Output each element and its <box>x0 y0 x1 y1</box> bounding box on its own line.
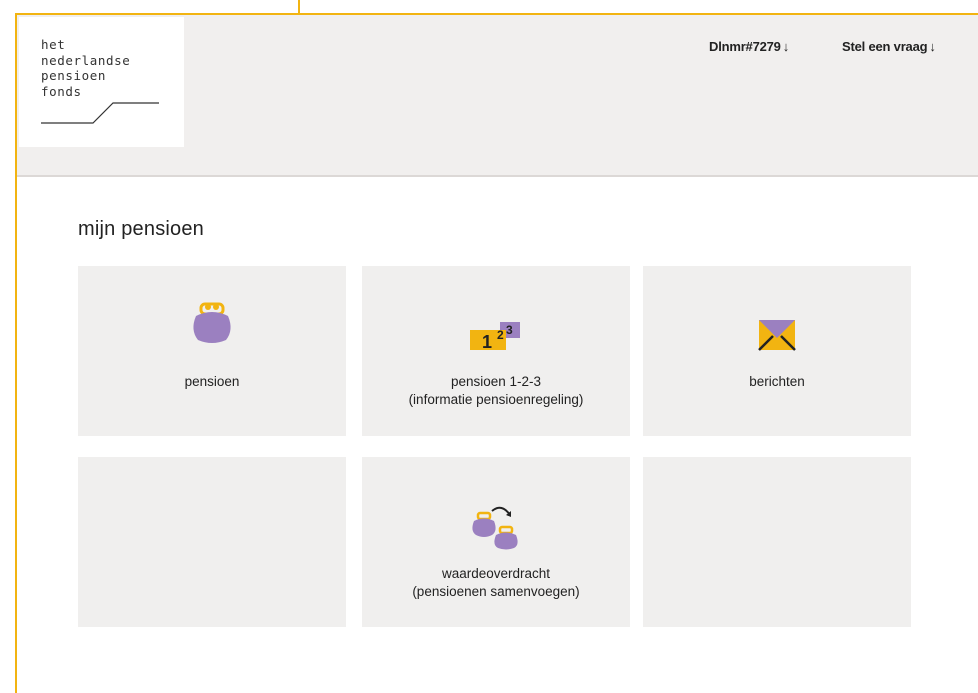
logo-text: het nederlandse pensioen fonds <box>41 37 130 99</box>
arrow-down-icon: ↓ <box>929 39 936 54</box>
tile-label: pensioen <box>184 374 240 389</box>
logo-line-1: het <box>41 37 66 52</box>
tile-berichten[interactable]: berichten <box>643 266 911 436</box>
tile-empty-1 <box>78 457 346 627</box>
user-number-label: Dlnmr#7279 <box>709 39 781 54</box>
tile-label: berichten <box>749 374 805 389</box>
tile-pensioen-123[interactable]: 1 2 3 pensioen 1-2-3 (informatie pensioe… <box>362 266 630 436</box>
numbers-123-icon: 1 2 3 <box>362 318 630 354</box>
logo-swoosh-icon <box>41 102 159 124</box>
tile-empty-2 <box>643 457 911 627</box>
tile-sublabel: (informatie pensioenregeling) <box>408 392 584 407</box>
number-two-text: 2 <box>497 328 504 342</box>
arrow-down-icon: ↓ <box>782 39 790 54</box>
logo-line-3: pensioen <box>41 68 107 83</box>
header: het nederlandse pensioen fonds Dlnmr#727… <box>17 15 978 177</box>
top-divider-line <box>298 0 300 14</box>
logo[interactable]: het nederlandse pensioen fonds <box>19 17 184 147</box>
tile-label: waardeoverdracht <box>441 566 551 581</box>
page-title: mijn pensioen <box>78 218 205 240</box>
transfer-purses-icon <box>362 503 630 551</box>
tile-sublabel: (pensioenen samenvoegen) <box>412 584 580 599</box>
purse-icon <box>78 302 346 346</box>
number-three-text: 3 <box>506 323 513 337</box>
ask-question-link[interactable]: Stel een vraag ↓ <box>842 39 936 54</box>
ask-question-label: Stel een vraag <box>842 39 928 54</box>
number-one-text: 1 <box>482 332 492 352</box>
tile-label: pensioen 1-2-3 <box>450 374 542 389</box>
envelope-icon <box>643 318 911 354</box>
user-number-link[interactable]: Dlnmr#7279 ↓ <box>709 39 789 54</box>
tile-pensioen[interactable]: pensioen <box>78 266 346 436</box>
app-window: het nederlandse pensioen fonds Dlnmr#727… <box>15 13 978 693</box>
tile-waardeoverdracht[interactable]: waardeoverdracht (pensioenen samenvoegen… <box>362 457 630 627</box>
logo-line-2: nederlandse <box>41 52 131 68</box>
